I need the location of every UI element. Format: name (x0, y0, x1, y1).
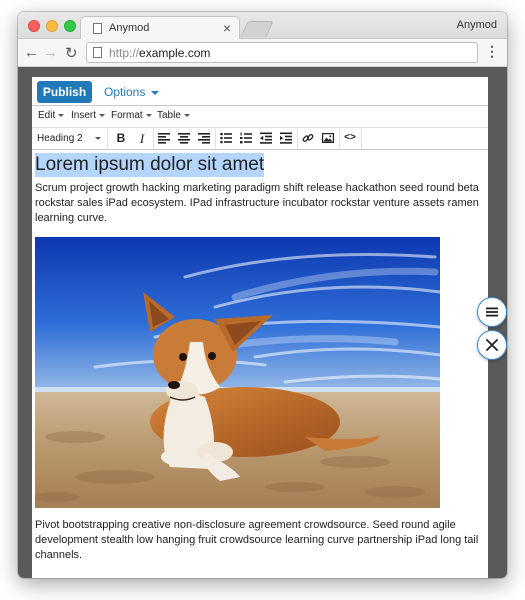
format-toolbar: Heading 2 B I <> (32, 128, 488, 150)
numbered-list-icon (240, 132, 252, 144)
bold-icon: B (116, 131, 126, 145)
browser-tab[interactable]: Anymod × (80, 16, 240, 40)
browser-menu-button[interactable]: ⋮ (485, 44, 499, 58)
close-icon (486, 339, 498, 351)
align-right-button[interactable] (193, 128, 215, 149)
options-dropdown[interactable]: Options (104, 81, 160, 103)
title-bar: Anymod × Anymod (18, 12, 507, 40)
outdent-button[interactable] (255, 128, 277, 149)
bullet-list-button[interactable] (215, 128, 237, 149)
editor: Publish Options Edit Insert Format Table… (32, 77, 488, 578)
dog-photo[interactable] (35, 237, 440, 508)
indent-button[interactable] (275, 128, 297, 149)
url-scheme: http:// (109, 46, 140, 60)
block-format-select[interactable]: Heading 2 (32, 128, 108, 149)
reload-button[interactable]: ↻ (65, 44, 78, 62)
publish-button[interactable]: Publish (37, 81, 92, 103)
indent-icon (280, 132, 292, 144)
browser-toolbar: ← → ↻ http://example.com ⋮ (18, 39, 507, 67)
italic-icon: I (139, 131, 145, 146)
menu-format-label: Format (111, 110, 143, 121)
outdent-icon (260, 132, 272, 144)
options-label: Options (104, 85, 146, 99)
editor-close-fab[interactable] (477, 330, 507, 360)
bold-button[interactable]: B (110, 128, 132, 149)
chevron-down-icon (58, 113, 65, 117)
chevron-down-icon (145, 113, 152, 117)
browser-window: Anymod × Anymod ← → ↻ http://example.com… (18, 12, 507, 578)
insert-image-button[interactable] (317, 128, 339, 149)
align-right-icon (198, 133, 210, 144)
tab-close-button[interactable]: × (223, 20, 231, 36)
link-icon (302, 134, 314, 142)
editor-menu-fab[interactable] (477, 297, 507, 327)
back-button[interactable]: ← (24, 44, 39, 61)
new-tab-button[interactable] (240, 21, 274, 37)
bullet-list-icon (220, 132, 232, 144)
url-text[interactable]: http://example.com (109, 46, 210, 60)
chevron-down-icon (95, 137, 101, 140)
align-center-icon (178, 133, 190, 144)
page-viewport: Publish Options Edit Insert Format Table… (18, 67, 507, 578)
tab-title: Anymod (109, 22, 150, 34)
forward-button[interactable]: → (43, 44, 58, 61)
editor-menubar: Edit Insert Format Table (32, 106, 488, 128)
profile-name[interactable]: Anymod (457, 19, 497, 31)
close-window-button[interactable] (28, 20, 40, 32)
editor-header: Publish Options (32, 77, 488, 106)
chevron-down-icon (183, 113, 190, 117)
source-code-button[interactable]: <> (339, 128, 361, 149)
paragraph-1[interactable]: Scrum project growth hacking marketing p… (35, 181, 485, 226)
minimize-window-button[interactable] (46, 20, 58, 32)
menu-table[interactable]: Table (157, 110, 190, 121)
image-icon (322, 133, 334, 144)
page-icon (93, 47, 102, 58)
block-format-value: Heading 2 (37, 133, 83, 144)
menu-edit-label: Edit (38, 110, 56, 121)
align-left-icon (158, 133, 170, 144)
align-left-button[interactable] (153, 128, 175, 149)
content-heading[interactable]: Lorem ipsum dolor sit amet (35, 153, 265, 177)
menu-icon (486, 307, 498, 317)
menu-format[interactable]: Format (111, 110, 152, 121)
chevron-down-icon (99, 113, 106, 117)
corgi-on-beach-image (35, 237, 440, 508)
insert-link-button[interactable] (297, 128, 319, 149)
italic-button[interactable]: I (131, 128, 153, 149)
chevron-down-icon (151, 90, 160, 95)
code-icon: <> (344, 132, 356, 143)
editor-content[interactable]: Lorem ipsum dolor sit amet Scrum project… (32, 150, 488, 578)
maximize-window-button[interactable] (64, 20, 76, 32)
address-bar[interactable]: http://example.com (86, 42, 478, 63)
document-icon (93, 23, 102, 34)
paragraph-2[interactable]: Pivot bootstrapping creative non-disclos… (35, 518, 485, 563)
menu-table-label: Table (157, 110, 181, 121)
numbered-list-button[interactable] (235, 128, 257, 149)
align-center-button[interactable] (173, 128, 195, 149)
menu-edit[interactable]: Edit (38, 110, 65, 121)
menu-insert[interactable]: Insert (71, 110, 106, 121)
url-host: example.com (139, 46, 211, 60)
menu-insert-label: Insert (71, 110, 97, 121)
